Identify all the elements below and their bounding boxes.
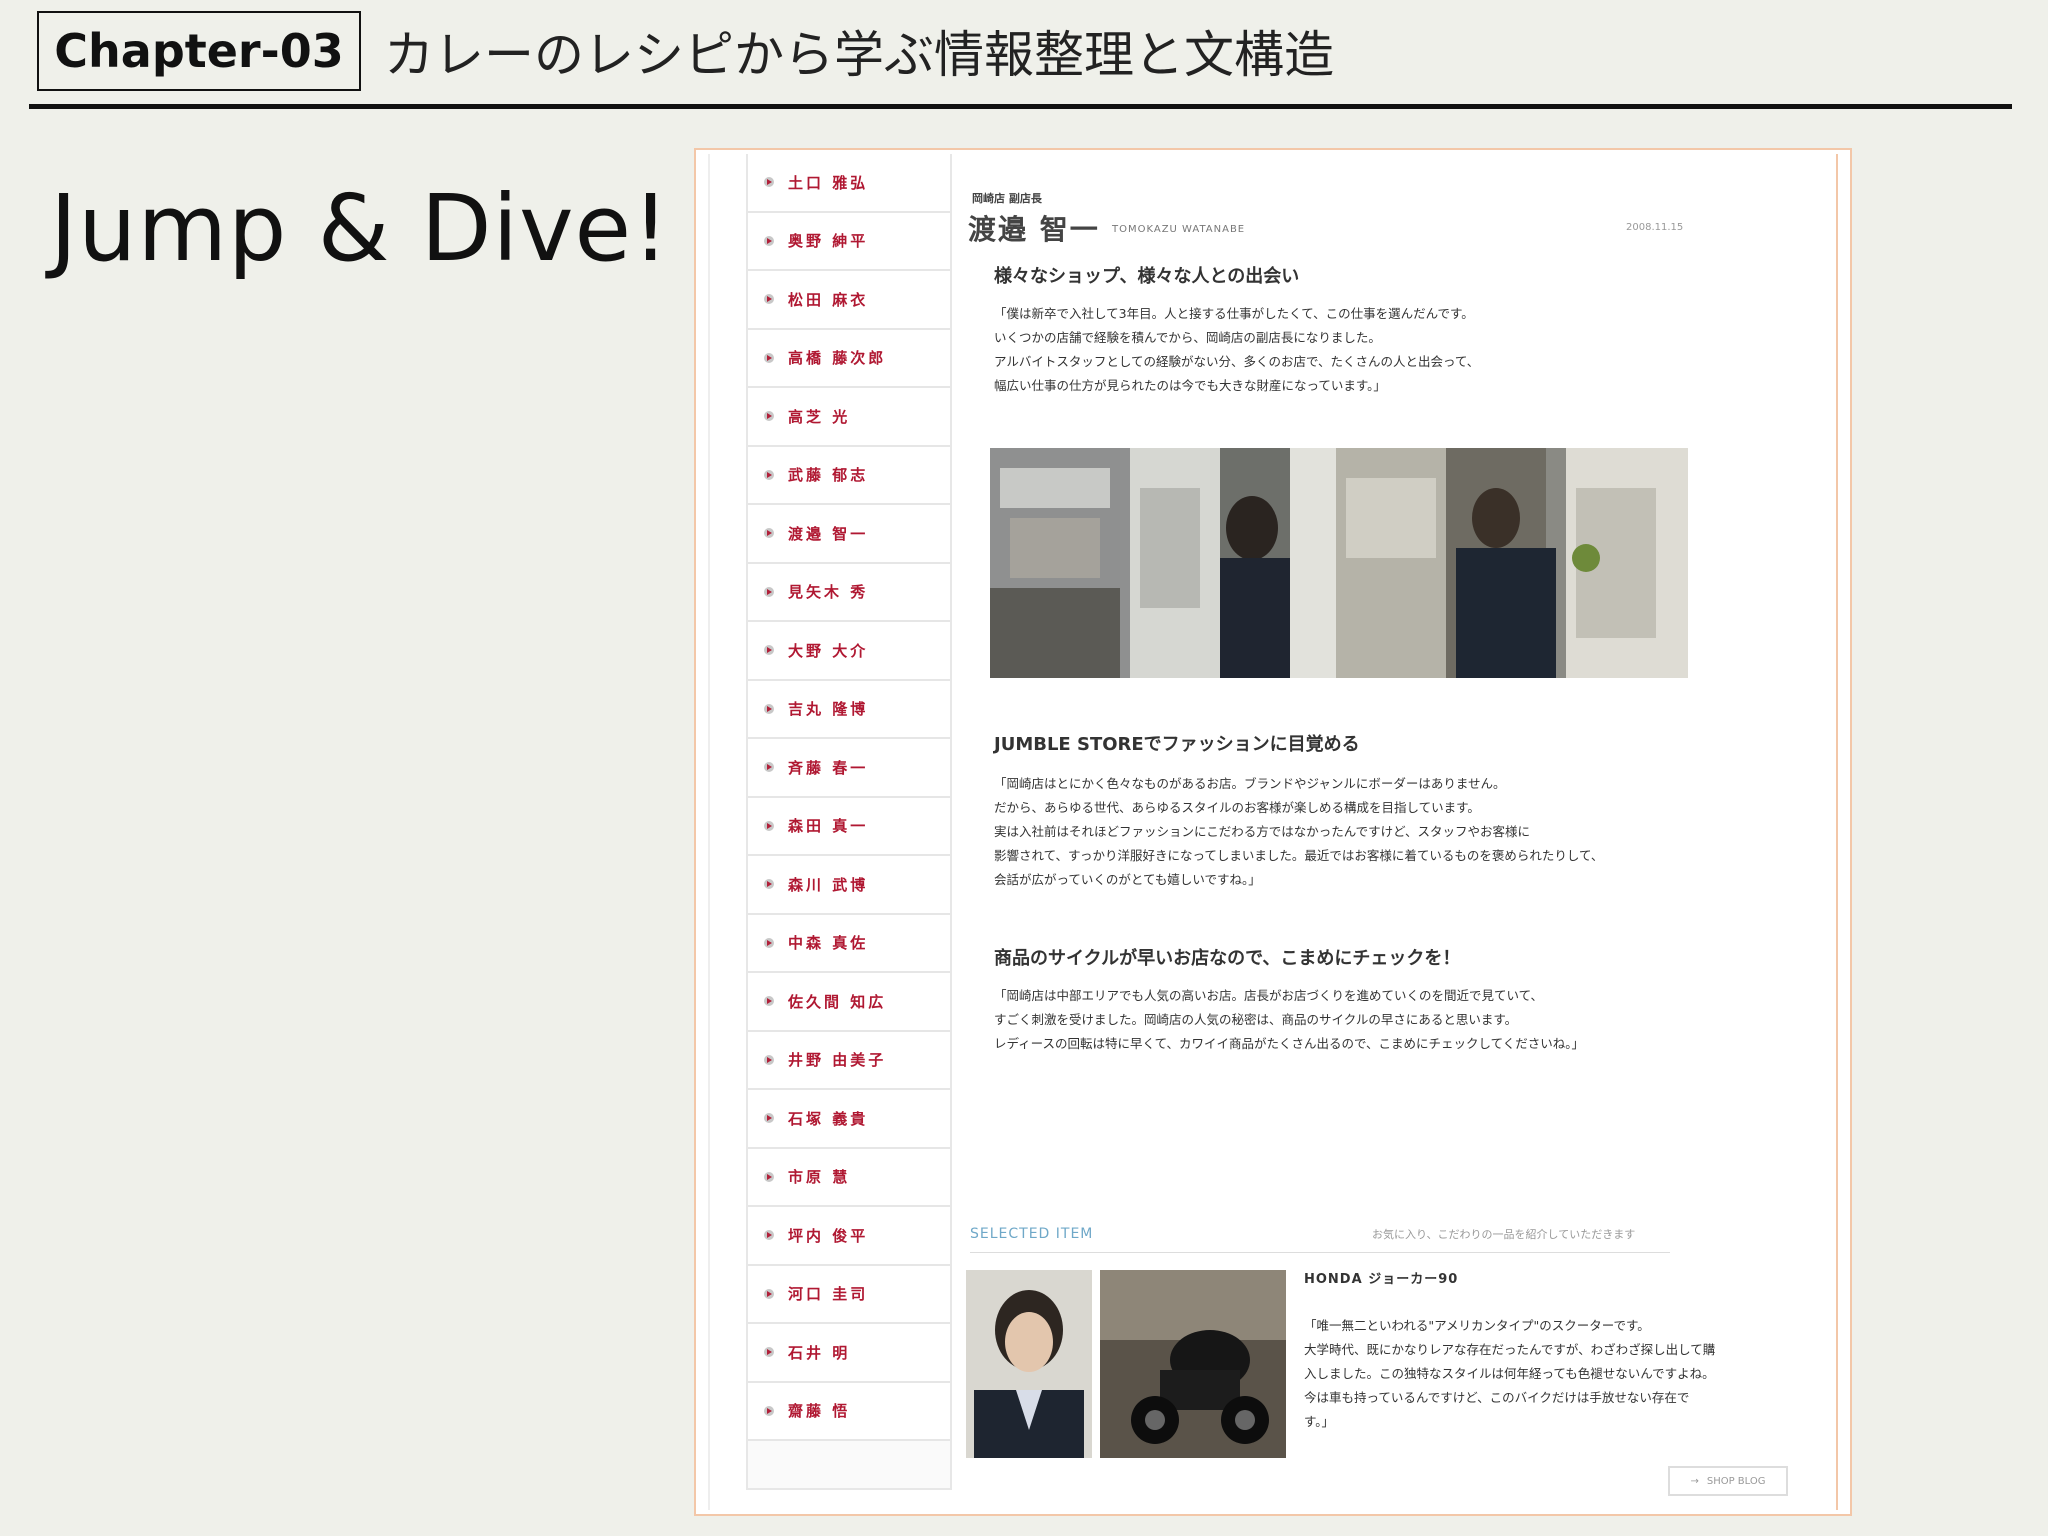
- staff-nav-item[interactable]: 高芝 光: [748, 388, 950, 447]
- staff-nav-label: 佐久間 知広: [788, 992, 887, 1011]
- staff-nav-item[interactable]: 河口 圭司: [748, 1265, 950, 1324]
- shop-blog-label: SHOP BLOG: [1706, 1475, 1766, 1487]
- arrow-bullet-icon: [764, 469, 774, 480]
- staff-nav-item[interactable]: 石塚 義貴: [748, 1090, 950, 1149]
- staff-nav-label: 大野 大介: [788, 641, 869, 660]
- staff-nav-label: 斉藤 春一: [788, 758, 869, 777]
- section-body: 「岡崎店は中部エリアでも人気の高いお店。店長がお店づくりを進めていくのを間近で見…: [994, 988, 1585, 1051]
- staff-nav: 土口 雅弘奥野 紳平松田 麻衣高橋 藤次郎 高芝 光武藤 郁志渡邉 智一見矢木 秀…: [746, 154, 952, 1490]
- staff-photo-2: [1336, 448, 1688, 678]
- staff-nav-item[interactable]: 齋藤 悟: [748, 1382, 950, 1441]
- arrow-bullet-icon: [764, 352, 774, 363]
- arrow-bullet-icon: [764, 879, 774, 890]
- page-border-left: [708, 154, 710, 1510]
- staff-nav-label: 井野 由美子: [788, 1051, 887, 1070]
- staff-nav-label: 見矢木 秀: [788, 583, 869, 602]
- section-title: 商品のサイクルが早いお店なので、こまめにチェックを！: [994, 948, 1461, 969]
- arrow-bullet-icon: [764, 1347, 774, 1358]
- staff-nav-item[interactable]: 松田 麻衣: [748, 271, 950, 330]
- staff-nav-label: 土口 雅弘: [788, 173, 869, 192]
- staff-photo-1: [990, 448, 1336, 678]
- staff-nav-item[interactable]: 坪内 俊平: [748, 1207, 950, 1266]
- arrow-bullet-icon: [764, 528, 774, 539]
- staff-nav-item[interactable]: 土口 雅弘: [748, 154, 950, 213]
- header-divider: [29, 104, 2012, 109]
- staff-nav-item[interactable]: 中森 真佐: [748, 914, 950, 973]
- staff-nav-label: 坪内 俊平: [788, 1226, 869, 1245]
- arrow-bullet-icon: [764, 1405, 774, 1416]
- arrow-bullet-icon: [764, 411, 774, 422]
- staff-nav-label: 高橋 藤次郎: [788, 349, 887, 368]
- section-body: 「岡崎店はとにかく色々なものがあるお店。ブランドやジャンルにボーダーはありません…: [994, 776, 1604, 887]
- arrow-bullet-icon: [764, 937, 774, 948]
- staff-nav-label: 市原 慧: [788, 1168, 851, 1187]
- chapter-title: カレーのレシピから学ぶ情報整理と文構造: [384, 26, 1334, 84]
- selected-item-description: 「唯一無二といわれる"アメリカンタイプ"のスクーターです。 大学時代、既にかなり…: [1304, 1318, 1716, 1429]
- staff-role: 岡崎店 副店長: [972, 192, 1042, 205]
- staff-nav-item[interactable]: 渡邉 智一: [748, 505, 950, 564]
- staff-nav-label: 高芝 光: [788, 407, 851, 426]
- arrow-bullet-icon: [764, 762, 774, 773]
- staff-nav-item[interactable]: 高橋 藤次郎: [748, 329, 950, 388]
- staff-nav-label: 森川 武博: [788, 875, 869, 894]
- section-body: 「僕は新卒で入社して3年目。人と接する仕事がしたくて、この仕事を選んだんです。 …: [994, 306, 1480, 393]
- staff-nav-label: 石塚 義貴: [788, 1109, 869, 1128]
- arrow-bullet-icon: [764, 996, 774, 1007]
- staff-nav-label: 渡邉 智一: [788, 524, 869, 543]
- staff-nav-item[interactable]: 石井 明: [748, 1324, 950, 1383]
- staff-portrait: [966, 1270, 1092, 1458]
- staff-nav-label: 中森 真佐: [788, 934, 869, 953]
- arrow-bullet-icon: [764, 177, 774, 188]
- section-title: 様々なショップ、様々な人との出会い: [994, 266, 1300, 287]
- arrow-bullet-icon: [764, 1113, 774, 1124]
- selected-item-note: お気に入り、こだわりの一品を紹介していただきます: [1372, 1228, 1636, 1241]
- post-date: 2008.11.15: [1626, 222, 1684, 233]
- staff-nav-label: 石井 明: [788, 1343, 851, 1362]
- arrow-bullet-icon: [764, 235, 774, 246]
- arrow-bullet-icon: [764, 294, 774, 305]
- selected-item-label: SELECTED ITEM: [970, 1226, 1094, 1242]
- arrow-bullet-icon: [764, 703, 774, 714]
- staff-nav-item[interactable]: 奥野 紳平: [748, 212, 950, 271]
- selected-item-name: HONDA ジョーカー90: [1304, 1272, 1459, 1287]
- staff-nav-item[interactable]: 吉丸 隆博: [748, 680, 950, 739]
- selected-item-divider: [970, 1252, 1670, 1253]
- page-border-right: [1836, 154, 1838, 1510]
- staff-nav-label: 武藤 郁志: [788, 466, 869, 485]
- chapter-label: Chapter-03: [37, 11, 361, 91]
- arrow-right-icon: →: [1690, 1475, 1699, 1487]
- staff-nav-item[interactable]: 市原 慧: [748, 1148, 950, 1207]
- staff-nav-item[interactable]: 井野 由美子: [748, 1031, 950, 1090]
- section-title: JUMBLE STOREでファッションに目覚める: [994, 734, 1360, 755]
- shop-blog-button[interactable]: → SHOP BLOG: [1668, 1466, 1788, 1496]
- staff-nav-item[interactable]: 佐久間 知広: [748, 973, 950, 1032]
- staff-nav-item[interactable]: 武藤 郁志: [748, 446, 950, 505]
- staff-nav-item[interactable]: 森田 真一: [748, 797, 950, 856]
- staff-nav-item[interactable]: 大野 大介: [748, 622, 950, 681]
- slide-heading: Jump & Dive!: [50, 175, 671, 282]
- staff-nav-item[interactable]: 森川 武博: [748, 856, 950, 915]
- staff-nav-label: 吉丸 隆博: [788, 700, 869, 719]
- staff-nav-item[interactable]: 斉藤 春一: [748, 739, 950, 798]
- staff-nav-label: 松田 麻衣: [788, 290, 869, 309]
- staff-nav-label: 齋藤 悟: [788, 1402, 851, 1421]
- staff-nav-label: 河口 圭司: [788, 1285, 869, 1304]
- staff-name: 渡邉 智一: [968, 213, 1100, 246]
- staff-nav-label: 森田 真一: [788, 817, 869, 836]
- staff-name-romaji: TOMOKAZU WATANABE: [1112, 224, 1246, 235]
- arrow-bullet-icon: [764, 820, 774, 831]
- web-page-screenshot: 土口 雅弘 奥野 紳平 松田 麻衣 高橋 藤次郎 高芝 光武藤 郁志 渡邉 智一 見矢木 秀…: [694, 148, 1852, 1516]
- arrow-bullet-icon: [764, 645, 774, 656]
- arrow-bullet-icon: [764, 1288, 774, 1299]
- arrow-bullet-icon: [764, 1230, 774, 1241]
- item-photo: [1100, 1270, 1286, 1458]
- arrow-bullet-icon: [764, 1171, 774, 1182]
- arrow-bullet-icon: [764, 586, 774, 597]
- staff-nav-label: 奥野 紳平: [788, 232, 869, 251]
- arrow-bullet-icon: [764, 1054, 774, 1065]
- staff-nav-item[interactable]: 見矢木 秀: [748, 563, 950, 622]
